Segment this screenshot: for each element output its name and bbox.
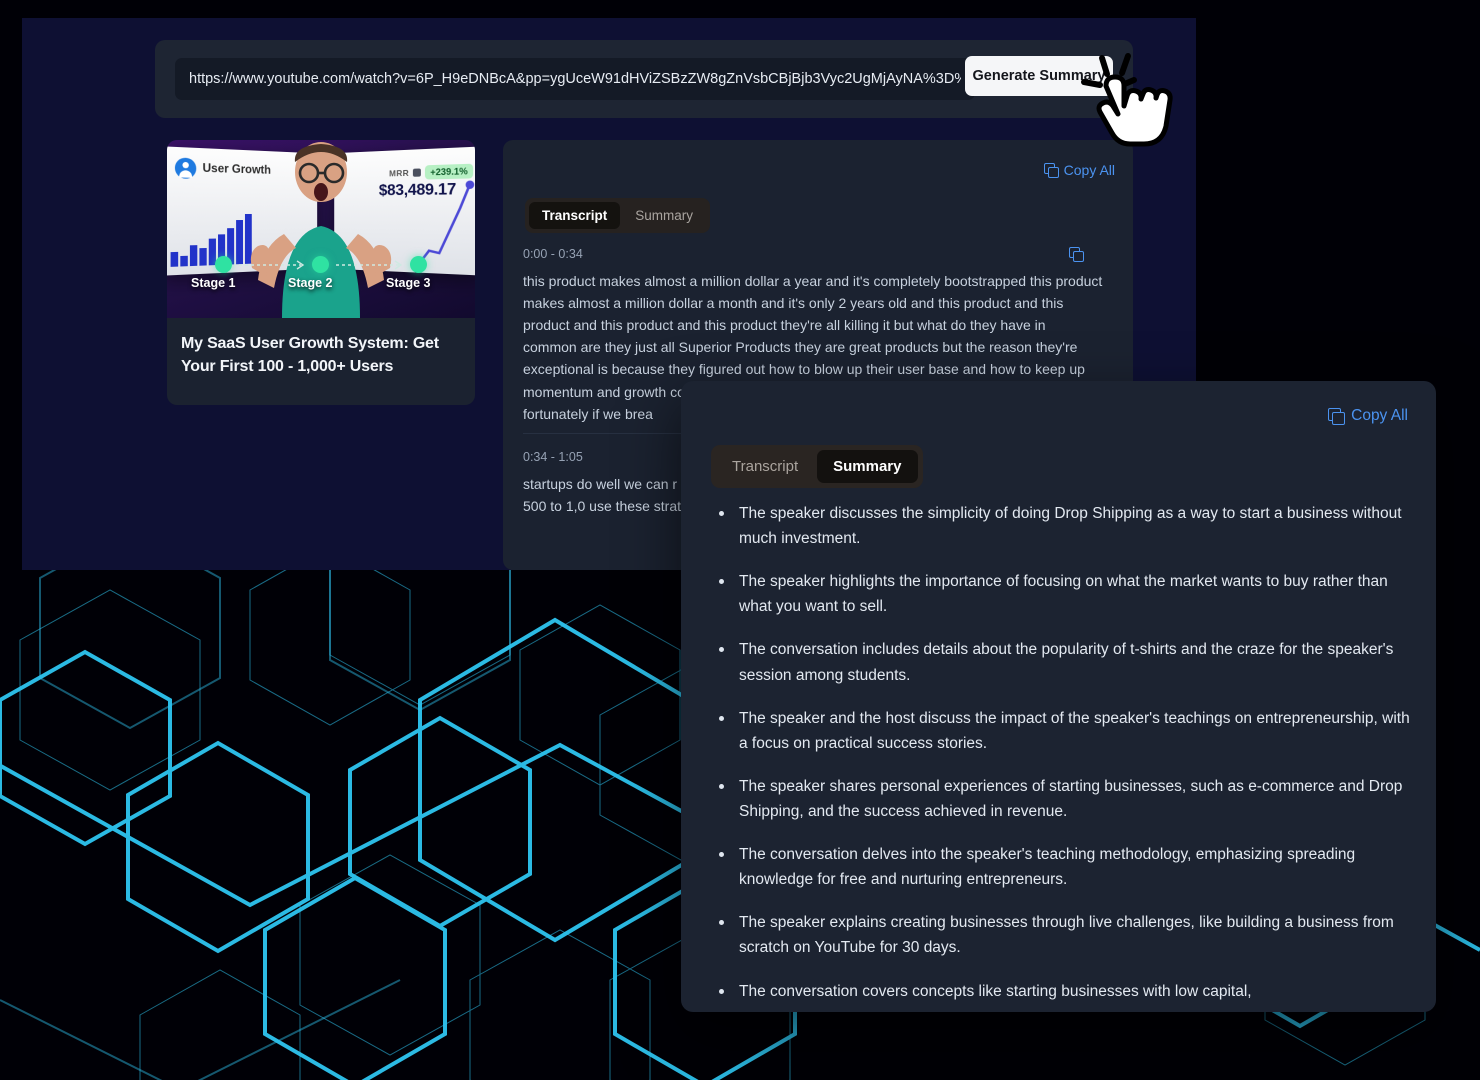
summary-bullet: The conversation delves into the speaker… [711,842,1411,892]
tab-transcript[interactable]: Transcript [529,202,621,229]
summary-bullet-list: The speaker discusses the simplicity of … [711,501,1411,1012]
summary-bullet: The conversation includes details about … [711,637,1411,687]
user-avatar-icon [174,157,197,179]
summary-overlay-panel: Copy All Transcript Summary The speaker … [681,381,1436,1012]
url-toolbar: Generate Summary [155,40,1133,118]
stage-label-2: Stage 2 [288,276,333,290]
youtube-url-input[interactable] [175,58,975,100]
tab-summary[interactable]: Summary [622,202,706,229]
segment-copy-icon[interactable] [1069,247,1084,262]
summary-bullet: The speaker discusses the simplicity of … [711,501,1411,551]
stage-indicators: Stage 1 Stage 2 Stage 3 [167,250,475,312]
overlay-copy-all-button[interactable]: Copy All [1328,407,1408,425]
copy-icon [1328,408,1346,425]
summary-bullet: The speaker explains creating businesses… [711,910,1411,960]
video-title: My SaaS User Growth System: Get Your Fir… [181,335,439,376]
stage-label-3: Stage 3 [386,276,431,290]
screen: Generate Summary User Growth [0,0,1480,1080]
summary-bullet: The speaker highlights the importance of… [711,569,1411,619]
video-thumbnail: User Growth MRR +239.1% $83,489.17 Stage… [167,140,475,318]
summary-bullet: The conversation covers concepts like st… [711,979,1411,1004]
stage-label-1: Stage 1 [191,276,236,290]
segment-timestamp: 0:00 - 0:34 [523,247,583,261]
copy-all-button[interactable]: Copy All [1043,162,1115,178]
stage-arrows-icon [239,260,403,270]
video-card[interactable]: User Growth MRR +239.1% $83,489.17 Stage… [167,140,475,405]
copy-icon [1043,163,1059,178]
overlay-tab-summary[interactable]: Summary [817,450,918,483]
overlay-copy-all-label: Copy All [1351,407,1408,424]
summary-bullet: The speaker and the host discuss the imp… [711,706,1411,756]
overlay-tabs: Transcript Summary [711,445,923,488]
summary-bullet: The speaker shares personal experiences … [711,774,1411,824]
transcript-tabs: Transcript Summary [525,198,711,233]
generate-summary-button[interactable]: Generate Summary [965,56,1113,96]
overlay-tab-transcript[interactable]: Transcript [716,450,814,483]
copy-all-label: Copy All [1063,162,1115,178]
